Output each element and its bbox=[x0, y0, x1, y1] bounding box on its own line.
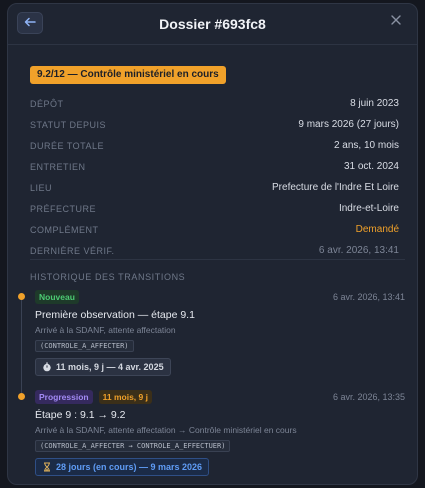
info-key: DÉPÔT bbox=[30, 98, 64, 109]
info-value: 9 mars 2026 (27 jours) bbox=[298, 119, 399, 130]
info-row-entretien: ENTRETIEN 31 oct. 2024 bbox=[30, 156, 399, 177]
entry-duration: 11 mois, 9 j — 4 avr. 2025 bbox=[35, 358, 171, 376]
tag-nouveau: Nouveau bbox=[35, 289, 79, 304]
info-key: DURÉE TOTALE bbox=[30, 140, 105, 151]
info-value: 31 oct. 2024 bbox=[343, 161, 399, 172]
entry-duration-text: 11 mois, 9 j — 4 avr. 2025 bbox=[56, 362, 164, 372]
info-value: Prefecture de l'Indre Et Loire bbox=[272, 182, 399, 193]
page-title: Dossier #693fc8 bbox=[159, 16, 266, 32]
info-value: 8 juin 2023 bbox=[350, 98, 399, 109]
entry-title: Étape 9 : 9.1 → 9.2 bbox=[35, 409, 126, 421]
info-key: PRÉFECTURE bbox=[30, 203, 97, 214]
tag-progression: Progression bbox=[35, 389, 93, 404]
entry-timestamp: 6 avr. 2026, 13:41 bbox=[332, 291, 405, 302]
timeline-line bbox=[21, 298, 22, 398]
modal-header: Dossier #693fc8 bbox=[8, 4, 417, 44]
entry-title: Première observation — étape 9.1 bbox=[35, 309, 195, 321]
info-key: LIEU bbox=[30, 182, 53, 193]
info-row-lieu: LIEU Prefecture de l'Indre Et Loire bbox=[30, 177, 399, 198]
hourglass-icon bbox=[42, 462, 52, 472]
info-row-duree: DURÉE TOTALE 2 ans, 10 mois bbox=[30, 135, 399, 156]
header-divider bbox=[8, 44, 417, 45]
info-value: Indre-et-Loire bbox=[338, 203, 399, 214]
history-entry: Nouveau 6 avr. 2026, 13:41 Première obse… bbox=[35, 289, 405, 377]
info-row-derniere-verif: DERNIÈRE VÉRIF. 6 avr. 2026, 13:41 bbox=[30, 240, 399, 261]
dossier-modal: Dossier #693fc8 9.2/12 — Contrôle minist… bbox=[7, 3, 418, 485]
info-key: COMPLÉMENT bbox=[30, 224, 99, 235]
status-badge: 9.2/12 — Contrôle ministériel en cours bbox=[30, 66, 226, 84]
info-row-depot: DÉPÔT 8 juin 2023 bbox=[30, 93, 399, 114]
entry-tags: Progression 11 mois, 9 j bbox=[35, 389, 152, 404]
info-key: DERNIÈRE VÉRIF. bbox=[30, 245, 115, 256]
entry-code: (CONTROLE_A_AFFECTER → CONTROLE_A_EFFECT… bbox=[35, 440, 231, 452]
history-title: HISTORIQUE DES TRANSITIONS bbox=[30, 272, 186, 282]
history-entry: Progression 11 mois, 9 j 6 avr. 2026, 13… bbox=[35, 389, 405, 477]
info-value: 2 ans, 10 mois bbox=[333, 140, 399, 151]
timeline-dot bbox=[18, 393, 25, 400]
entry-header: Nouveau 6 avr. 2026, 13:41 bbox=[35, 289, 405, 304]
info-value: Demandé bbox=[355, 224, 399, 235]
entry-header: Progression 11 mois, 9 j 6 avr. 2026, 13… bbox=[35, 389, 405, 404]
info-row-prefecture: PRÉFECTURE Indre-et-Loire bbox=[30, 198, 399, 219]
entry-code: (CONTROLE_A_AFFECTER) bbox=[35, 340, 134, 352]
entry-tags: Nouveau bbox=[35, 289, 79, 304]
info-key: STATUT DEPUIS bbox=[30, 119, 107, 130]
entry-subtitle: Arrivé à la SDANF, attente affectation →… bbox=[35, 425, 297, 435]
entry-timestamp: 6 avr. 2026, 13:35 bbox=[332, 391, 405, 402]
info-key: ENTRETIEN bbox=[30, 161, 86, 172]
entry-subtitle: Arrivé à la SDANF, attente affectation bbox=[35, 325, 176, 335]
close-icon bbox=[391, 12, 401, 30]
timeline-dot bbox=[18, 293, 25, 300]
entry-duration-text: 28 jours (en cours) — 9 mars 2026 bbox=[56, 462, 203, 472]
tag-duration: 11 mois, 9 j bbox=[98, 389, 152, 404]
info-row-statut: STATUT DEPUIS 9 mars 2026 (27 jours) bbox=[30, 114, 399, 135]
info-list: DÉPÔT 8 juin 2023 STATUT DEPUIS 9 mars 2… bbox=[30, 93, 399, 261]
info-value: 6 avr. 2026, 13:41 bbox=[318, 245, 399, 256]
close-button[interactable] bbox=[389, 14, 403, 28]
entry-duration: 28 jours (en cours) — 9 mars 2026 bbox=[35, 458, 210, 476]
stopwatch-icon bbox=[42, 362, 52, 372]
section-divider bbox=[30, 259, 405, 260]
info-row-complement: COMPLÉMENT Demandé bbox=[30, 219, 399, 240]
